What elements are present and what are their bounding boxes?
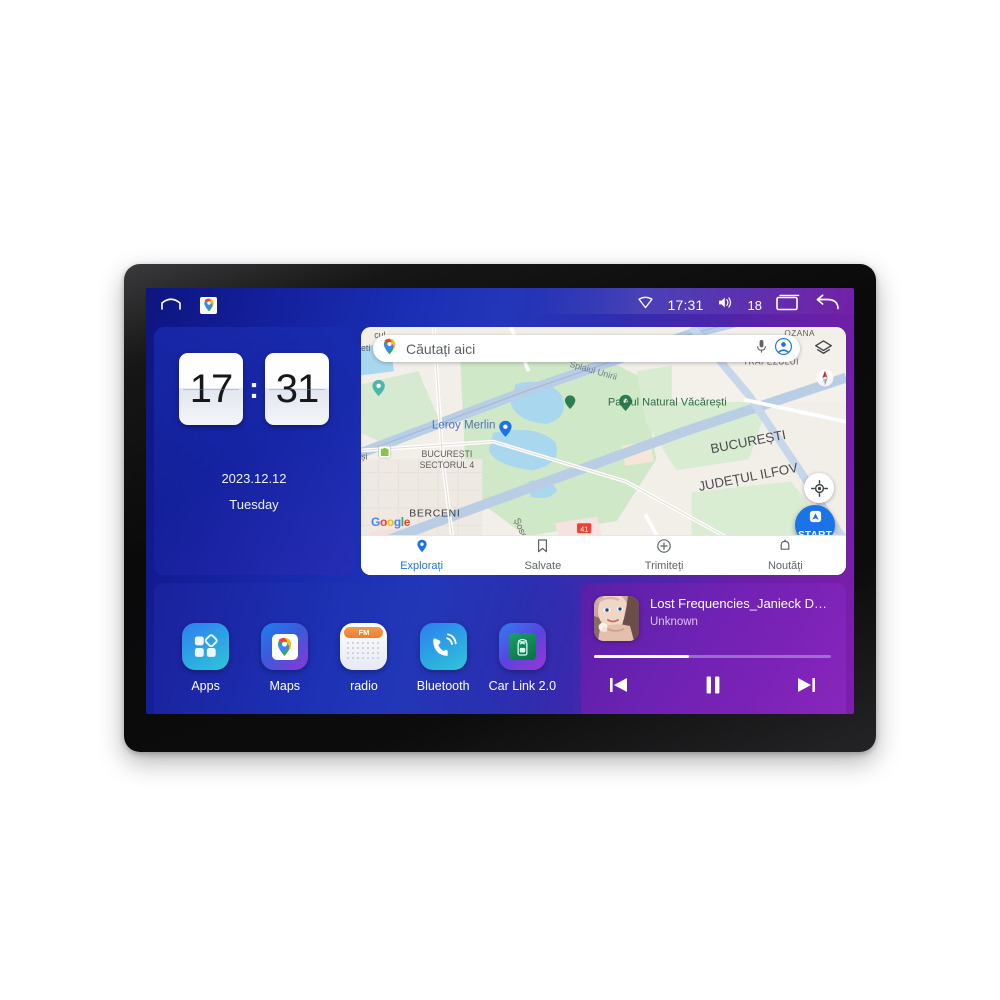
apps-grid-icon <box>182 623 230 670</box>
send-circle-icon <box>657 539 671 558</box>
bell-icon <box>779 539 791 558</box>
app-maps[interactable]: Maps <box>247 623 323 693</box>
next-track-icon[interactable] <box>795 675 817 695</box>
clock-minutes: 31 <box>265 353 329 425</box>
my-location-icon[interactable] <box>804 473 834 503</box>
app-radio-label: radio <box>350 679 378 693</box>
map-search-bar[interactable]: Căutați aici <box>373 335 800 362</box>
clock-hours: 17 <box>179 353 243 425</box>
flip-clock: 17 : 31 <box>179 353 329 425</box>
maps-bottom-nav: Explorați Salvate Trimiteți Noutăți <box>361 535 846 575</box>
app-car-link[interactable]: Car Link 2.0 <box>484 623 560 693</box>
car-head-unit-device: 17:31 18 17: 31 2023.12.12 Tuesday 41 P… <box>124 264 876 752</box>
svg-text:41: 41 <box>580 525 588 533</box>
app-dock: Apps Maps FM radio Bluetooth Car Link 2.… <box>154 583 574 714</box>
microphone-icon[interactable] <box>756 339 767 359</box>
app-radio[interactable]: FM radio <box>326 623 402 693</box>
car-link-icon <box>498 623 546 670</box>
svg-text:SECTORUL 4: SECTORUL 4 <box>420 460 475 470</box>
app-maps-label: Maps <box>269 679 301 693</box>
compass-icon[interactable] <box>816 367 834 389</box>
clock-date: 2023.12.12 <box>221 471 287 486</box>
svg-text:eti: eti <box>361 343 370 353</box>
nav-contribute-label: Trimiteți <box>644 560 684 572</box>
wifi-icon <box>638 296 654 314</box>
app-bluetooth-label: Bluetooth <box>416 679 470 693</box>
playback-progress-bar[interactable] <box>594 655 831 658</box>
status-bar: 17:31 18 <box>146 288 854 322</box>
google-maps-icon[interactable] <box>200 296 217 314</box>
track-artist: Unknown <box>650 616 698 628</box>
clock-weekday: Tuesday <box>229 497 279 512</box>
nav-explore-label: Explorați <box>400 560 444 572</box>
clock-widget[interactable]: 17 : 31 2023.12.12 Tuesday <box>154 327 354 575</box>
fm-radio-icon: FM <box>340 623 388 670</box>
nav-contribute[interactable]: Trimiteți <box>604 539 725 572</box>
device-screen: 17:31 18 17: 31 2023.12.12 Tuesday 41 P… <box>146 288 854 714</box>
google-attribution: Google <box>371 515 410 529</box>
map-layers-icon[interactable] <box>811 336 836 361</box>
svg-text:Parcul Natural Văcărești: Parcul Natural Văcărești <box>608 396 727 408</box>
app-apps-label: Apps <box>191 679 220 693</box>
svg-text:BUCUREȘTI: BUCUREȘTI <box>422 449 473 459</box>
back-icon[interactable] <box>814 294 840 316</box>
playback-controls <box>594 674 831 696</box>
bookmark-icon <box>537 539 548 558</box>
nav-explore[interactable]: Explorați <box>361 539 482 572</box>
recents-icon[interactable] <box>776 294 800 316</box>
nav-saved[interactable]: Salvate <box>482 539 603 572</box>
music-player-widget[interactable]: Lost Frequencies_Janieck Devy-... Unknow… <box>581 583 846 714</box>
playback-progress-fill <box>594 655 689 658</box>
navigation-arrow-icon <box>808 509 823 529</box>
track-title: Lost Frequencies_Janieck Devy-... <box>650 596 831 611</box>
nav-updates-label: Noutăți <box>767 560 803 572</box>
google-maps-pin-icon <box>382 338 397 360</box>
svg-text:Leroy Merlin: Leroy Merlin <box>432 419 496 431</box>
app-car-link-label: Car Link 2.0 <box>488 679 557 693</box>
volume-icon[interactable] <box>718 296 734 314</box>
bluetooth-phone-icon <box>419 623 467 670</box>
maps-widget[interactable]: 41 Parcul Natural Văcărești Leroy Merlin… <box>361 327 846 575</box>
svg-text:și: și <box>361 451 367 461</box>
home-icon[interactable] <box>160 295 182 316</box>
nav-updates[interactable]: Noutăți <box>725 539 846 572</box>
map-search-placeholder: Căutați aici <box>406 340 476 357</box>
previous-track-icon[interactable] <box>608 675 630 695</box>
home-screen: 17 : 31 2023.12.12 Tuesday 41 Parcul Nat… <box>146 322 854 714</box>
clock-separator: : <box>249 372 259 405</box>
pin-icon <box>416 539 428 558</box>
volume-level: 18 <box>747 297 762 313</box>
svg-text:BERCENI: BERCENI <box>409 509 460 520</box>
album-art <box>594 596 639 641</box>
app-bluetooth[interactable]: Bluetooth <box>405 623 481 693</box>
nav-saved-label: Salvate <box>524 560 562 572</box>
status-time: 17:31 <box>667 297 704 313</box>
account-avatar-icon[interactable] <box>775 337 792 360</box>
app-apps[interactable]: Apps <box>168 623 244 693</box>
google-maps-icon <box>261 623 309 670</box>
pause-icon[interactable] <box>702 674 724 696</box>
